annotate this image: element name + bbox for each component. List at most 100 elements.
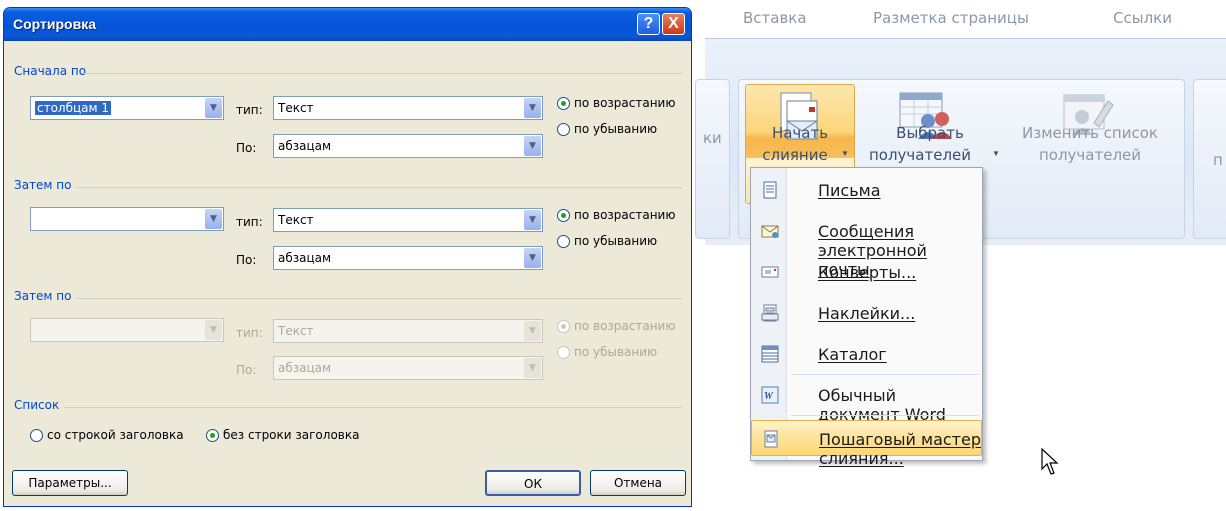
type-value: Текст (278, 101, 314, 115)
wizard-icon (764, 430, 778, 448)
by-value: абзацам (278, 361, 332, 375)
chevron-down-icon: ▼ (841, 149, 849, 158)
section-label-first: Сначала по (14, 64, 87, 78)
by-combo-3: абзацам ▼ (273, 356, 543, 380)
menu-item-catalog[interactable]: Каталог (751, 336, 982, 372)
ribbon-left-cut-label: ки (703, 129, 722, 147)
by-combo-2[interactable]: абзацам ▼ (273, 246, 543, 270)
help-button[interactable]: ? (637, 13, 660, 35)
select-recipients-label-2[interactable]: получателей (855, 144, 985, 166)
chevron-down-icon[interactable]: ▼ (524, 210, 541, 230)
radio-circle (557, 345, 570, 359)
envelope-icon (761, 266, 779, 278)
sort-column-combo-1[interactable]: столбцам 1 ▼ (30, 96, 224, 120)
by-combo-1[interactable]: абзацам ▼ (273, 134, 543, 158)
menu-separator (791, 415, 979, 416)
type-value: Текст (278, 213, 314, 227)
radio-circle[interactable] (557, 122, 570, 136)
type-label: тип: (236, 326, 263, 340)
tab-references[interactable]: Ссылки (1113, 9, 1172, 27)
menu-item-email[interactable]: Сообщения электронной почты (751, 213, 982, 279)
menu-item-label: Конверты... (818, 263, 917, 282)
type-combo-1[interactable]: Текст ▼ (273, 96, 543, 120)
catalog-icon (761, 345, 779, 363)
tab-page-layout[interactable]: Разметка страницы (873, 9, 1029, 27)
section-divider (76, 187, 682, 188)
start-merge-label-1: Начать (771, 124, 829, 142)
ascending-radio-1[interactable]: по возрастанию (557, 96, 675, 110)
ribbon-right-cut-label: п (1213, 151, 1223, 169)
radio-circle[interactable] (557, 96, 570, 110)
start-merge-menu: Письма Сообщения электронной почты Конве… (750, 167, 983, 468)
section-label-list: Список (14, 398, 60, 412)
svg-text:W: W (764, 391, 774, 402)
cancel-button[interactable]: Отмена (590, 470, 686, 496)
radio-circle[interactable] (30, 428, 43, 442)
close-button[interactable]: X (662, 13, 685, 35)
ascending-radio-2[interactable]: по возрастанию (557, 208, 675, 222)
section-label-second: Затем по (14, 178, 72, 192)
without-header-radio[interactable]: без строки заголовка (206, 428, 359, 442)
radio-circle[interactable] (206, 428, 219, 442)
menu-item-merge-wizard[interactable]: Пошаговый мастер слияния... (751, 420, 982, 468)
descending-label: по убыванию (574, 234, 658, 248)
section-label-third: Затем по (14, 289, 72, 303)
descending-radio-3: по убыванию (557, 345, 657, 359)
parameters-button[interactable]: Параметры... (12, 470, 128, 496)
radio-circle[interactable] (557, 208, 570, 222)
email-icon (761, 225, 779, 238)
chevron-down-icon: ▼ (992, 149, 1000, 158)
chevron-down-icon[interactable]: ▼ (524, 98, 541, 118)
with-header-label: со строкой заголовка (47, 428, 184, 442)
with-header-radio[interactable]: со строкой заголовка (30, 428, 184, 442)
ascending-label: по возрастанию (574, 208, 676, 222)
type-label: тип: (236, 215, 263, 229)
tab-insert[interactable]: Вставка (743, 9, 807, 27)
ascending-label: по возрастанию (574, 319, 676, 333)
edit-recipients-label-1: Изменить список (1022, 124, 1158, 142)
ribbon-group-left (695, 79, 730, 239)
menu-item-label: Пошаговый мастер слияния... (819, 430, 981, 468)
by-value: абзацам (278, 251, 332, 265)
menu-item-labels[interactable]: Наклейки... (751, 295, 982, 331)
chevron-down-icon[interactable]: ▼ (524, 248, 541, 268)
menu-item-envelopes[interactable]: Конверты... (751, 254, 982, 290)
menu-item-label: Обычный документ Word (818, 386, 946, 424)
menu-item-label: Каталог (818, 345, 887, 364)
word-doc-icon: W (761, 386, 779, 404)
menu-separator (791, 374, 979, 375)
menu-item-label: Наклейки... (818, 304, 916, 323)
dialog-titlebar[interactable]: Сортировка ? X (4, 8, 691, 41)
letter-icon (763, 181, 777, 199)
start-merge-label-2: слияние (762, 146, 828, 164)
radio-circle (557, 319, 570, 333)
sort-column-value: столбцам 1 (35, 101, 112, 115)
by-label: По: (236, 363, 257, 377)
menu-item-label: Письма (818, 181, 881, 200)
dialog-title: Сортировка (13, 16, 96, 32)
type-combo-2[interactable]: Текст ▼ (273, 208, 543, 232)
type-value: Текст (278, 324, 314, 338)
ok-button[interactable]: ОК (485, 470, 581, 496)
without-header-label: без строки заголовка (223, 428, 360, 442)
mouse-cursor-icon (1041, 448, 1059, 475)
by-label: По: (236, 253, 257, 267)
labels-icon (761, 304, 779, 322)
menu-item-letters[interactable]: Письма (751, 172, 982, 208)
descending-label: по убыванию (574, 122, 658, 136)
ascending-label: по возрастанию (574, 96, 676, 110)
sort-column-combo-2[interactable]: ▼ (30, 207, 224, 231)
descending-radio-1[interactable]: по убыванию (557, 122, 657, 136)
menu-item-normal-word-doc[interactable]: W Обычный документ Word (751, 377, 982, 424)
chevron-down-icon: ▼ (205, 320, 222, 340)
chevron-down-icon[interactable]: ▼ (205, 98, 222, 118)
chevron-down-icon[interactable]: ▼ (205, 209, 222, 229)
by-label: По: (236, 141, 257, 155)
chevron-down-icon: ▼ (524, 358, 541, 378)
chevron-down-icon[interactable]: ▼ (524, 136, 541, 156)
ascending-radio-3: по возрастанию (557, 319, 675, 333)
sort-dialog: Сортировка ? X Сначала по столбцам 1 ▼ т… (3, 7, 692, 507)
descending-radio-2[interactable]: по убыванию (557, 234, 657, 248)
section-divider (76, 298, 682, 299)
radio-circle[interactable] (557, 234, 570, 248)
